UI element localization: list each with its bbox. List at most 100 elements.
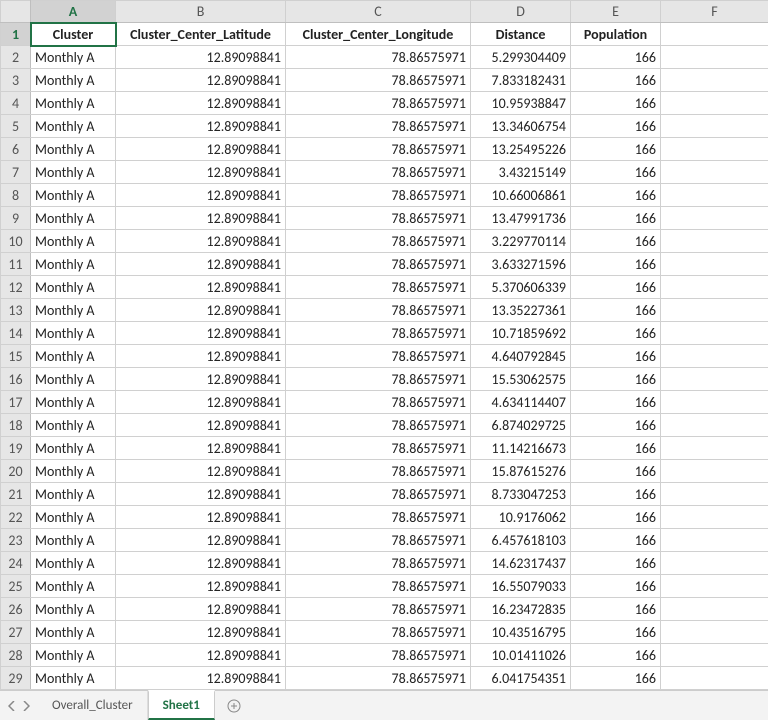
active-cell[interactable]: Cluster	[31, 23, 116, 46]
cell[interactable]: 13.35227361	[471, 299, 571, 322]
cell[interactable]: 7.833182431	[471, 69, 571, 92]
row-header[interactable]: 10	[1, 230, 31, 253]
cell[interactable]: Monthly A	[31, 414, 116, 437]
row-header[interactable]: 6	[1, 138, 31, 161]
row-header[interactable]: 23	[1, 529, 31, 552]
cell[interactable]: 78.86575971	[286, 69, 471, 92]
cell[interactable]: Monthly A	[31, 644, 116, 667]
cell[interactable]	[661, 598, 768, 621]
cell[interactable]: 3.229770114	[471, 230, 571, 253]
cell[interactable]: Monthly A	[31, 161, 116, 184]
cell[interactable]: 12.89098841	[116, 138, 286, 161]
cell[interactable]: 78.86575971	[286, 437, 471, 460]
cell[interactable]	[661, 345, 768, 368]
cell[interactable]: 78.86575971	[286, 322, 471, 345]
cell[interactable]: 166	[571, 184, 661, 207]
cell[interactable]	[661, 414, 768, 437]
cell[interactable]: 78.86575971	[286, 345, 471, 368]
cell[interactable]: Monthly A	[31, 69, 116, 92]
cell[interactable]: 166	[571, 667, 661, 690]
cell[interactable]: 12.89098841	[116, 506, 286, 529]
cell[interactable]: 11.14216673	[471, 437, 571, 460]
cell[interactable]	[661, 621, 768, 644]
cell[interactable]: 12.89098841	[116, 437, 286, 460]
row-header[interactable]: 3	[1, 69, 31, 92]
cell[interactable]: 166	[571, 391, 661, 414]
cell[interactable]: Monthly A	[31, 667, 116, 690]
tab-nav-buttons[interactable]	[0, 691, 38, 720]
cell[interactable]: 12.89098841	[116, 621, 286, 644]
row-header[interactable]: 28	[1, 644, 31, 667]
cell[interactable]: 12.89098841	[116, 552, 286, 575]
row-header[interactable]: 11	[1, 253, 31, 276]
row-header[interactable]: 2	[1, 46, 31, 69]
cell[interactable]: 166	[571, 230, 661, 253]
cell[interactable]: 166	[571, 437, 661, 460]
cell[interactable]: 78.86575971	[286, 506, 471, 529]
cell[interactable]: 166	[571, 552, 661, 575]
cell[interactable]: 78.86575971	[286, 161, 471, 184]
row-header[interactable]: 4	[1, 92, 31, 115]
cell[interactable]: 78.86575971	[286, 552, 471, 575]
cell[interactable]	[661, 529, 768, 552]
cell[interactable]: 78.86575971	[286, 598, 471, 621]
cell[interactable]: Monthly A	[31, 92, 116, 115]
cell[interactable]: 12.89098841	[116, 667, 286, 690]
cell[interactable]: Monthly A	[31, 460, 116, 483]
row-header[interactable]: 20	[1, 460, 31, 483]
cell[interactable]: 5.370606339	[471, 276, 571, 299]
cell[interactable]	[661, 138, 768, 161]
cell[interactable]: 166	[571, 506, 661, 529]
row-header[interactable]: 27	[1, 621, 31, 644]
cell[interactable]: 166	[571, 598, 661, 621]
cell[interactable]: 166	[571, 115, 661, 138]
cell[interactable]: 12.89098841	[116, 92, 286, 115]
row-header[interactable]: 25	[1, 575, 31, 598]
row-header[interactable]: 5	[1, 115, 31, 138]
cell[interactable]: 12.89098841	[116, 115, 286, 138]
row-header[interactable]: 17	[1, 391, 31, 414]
cell[interactable]: 78.86575971	[286, 368, 471, 391]
row-header[interactable]: 18	[1, 414, 31, 437]
column-header-B[interactable]: B	[116, 1, 286, 23]
cell[interactable]	[661, 299, 768, 322]
cell[interactable]: 12.89098841	[116, 276, 286, 299]
column-header-C[interactable]: C	[286, 1, 471, 23]
row-header[interactable]: 7	[1, 161, 31, 184]
cell[interactable]	[661, 253, 768, 276]
cell[interactable]: 166	[571, 299, 661, 322]
cell[interactable]: 16.23472835	[471, 598, 571, 621]
cell[interactable]: Monthly A	[31, 345, 116, 368]
cell[interactable]: 10.9176062	[471, 506, 571, 529]
cell[interactable]: Monthly A	[31, 368, 116, 391]
cell[interactable]: 166	[571, 460, 661, 483]
cell[interactable]: Monthly A	[31, 506, 116, 529]
cell[interactable]: Monthly A	[31, 391, 116, 414]
spreadsheet-grid[interactable]: A B C D E F 1ClusterCluster_Center_Latit…	[0, 0, 768, 690]
cell[interactable]: 166	[571, 138, 661, 161]
cell[interactable]	[661, 161, 768, 184]
cell[interactable]: 8.733047253	[471, 483, 571, 506]
cell[interactable]	[661, 69, 768, 92]
cell[interactable]: 166	[571, 483, 661, 506]
cell[interactable]: 78.86575971	[286, 230, 471, 253]
row-header[interactable]: 22	[1, 506, 31, 529]
cell[interactable]: 13.25495226	[471, 138, 571, 161]
cell[interactable]: Monthly A	[31, 207, 116, 230]
cell[interactable]	[661, 368, 768, 391]
cell[interactable]: 166	[571, 92, 661, 115]
cell[interactable]: 12.89098841	[116, 161, 286, 184]
cell[interactable]: 12.89098841	[116, 391, 286, 414]
cell[interactable]: 14.62317437	[471, 552, 571, 575]
cell[interactable]	[661, 276, 768, 299]
cell[interactable]: Monthly A	[31, 299, 116, 322]
cell[interactable]: Cluster_Center_Longitude	[286, 23, 471, 46]
cell[interactable]: 78.86575971	[286, 667, 471, 690]
cell[interactable]: 12.89098841	[116, 207, 286, 230]
cell[interactable]: 78.86575971	[286, 115, 471, 138]
cell[interactable]	[661, 391, 768, 414]
cell[interactable]: 78.86575971	[286, 299, 471, 322]
cell[interactable]: 78.86575971	[286, 207, 471, 230]
column-header-E[interactable]: E	[571, 1, 661, 23]
row-header[interactable]: 21	[1, 483, 31, 506]
